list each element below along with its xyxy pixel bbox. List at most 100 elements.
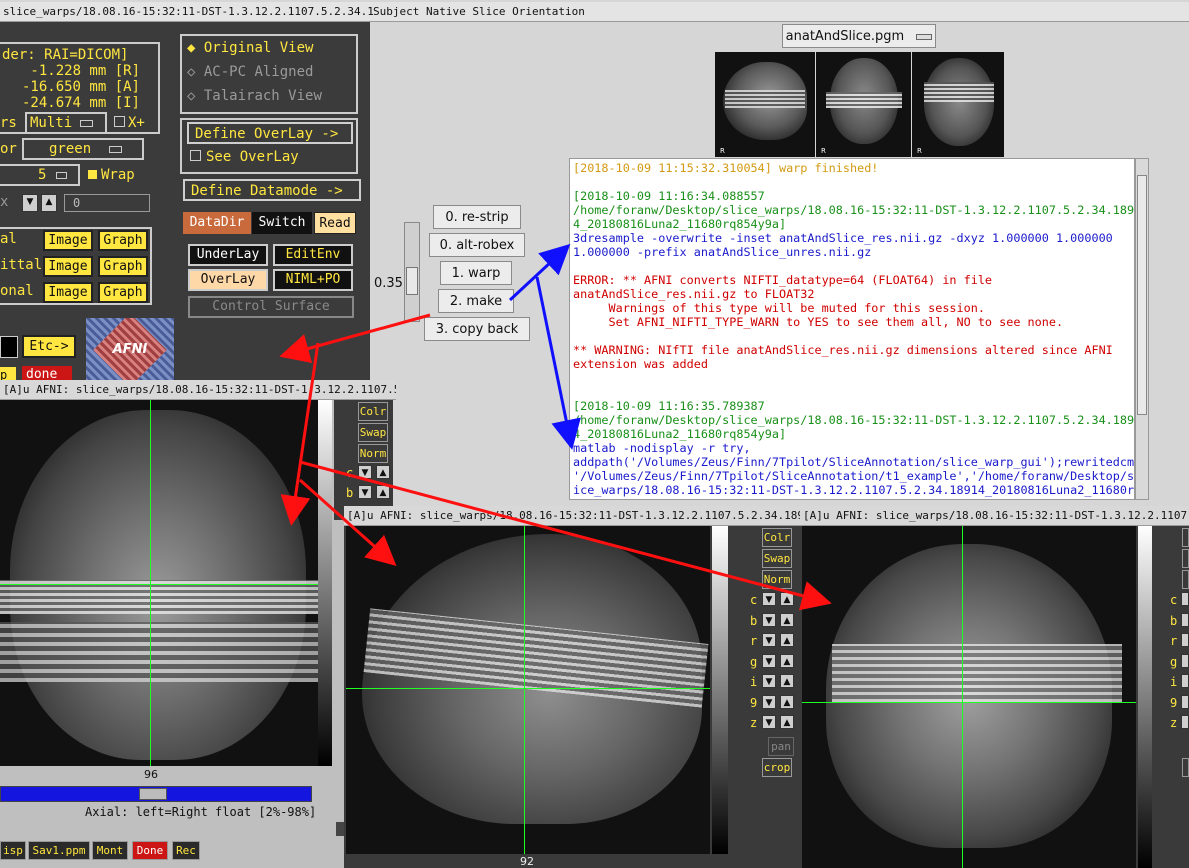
colr-button[interactable]: Colr [358, 402, 388, 421]
swap-button[interactable]: Swap [358, 423, 388, 442]
switch-button[interactable]: Switch [252, 212, 312, 234]
axial-window-edge [336, 822, 344, 836]
underlay-button[interactable]: UnderLay [188, 244, 268, 266]
sagittal-image-button[interactable]: Image [43, 256, 93, 277]
crop-button[interactable]: crop [762, 758, 792, 777]
axial-image[interactable] [0, 400, 318, 766]
up-arrow-icon[interactable]: ▲ [376, 485, 390, 499]
up-arrow-icon[interactable]: ▲ [780, 674, 794, 688]
coronal-image-button[interactable]: Image [43, 282, 93, 303]
thumbnail-sagittal: R [715, 52, 815, 157]
down-arrow-icon[interactable]: ▼ [762, 612, 776, 627]
down-arrow-icon[interactable] [1181, 592, 1189, 606]
norm-button[interactable]: Norm [762, 570, 792, 589]
view-talairach[interactable]: ◇ Talairach View [187, 84, 356, 108]
read-button[interactable]: Read [314, 212, 356, 234]
down-arrow-icon[interactable] [1181, 694, 1189, 709]
row-label: c [1170, 593, 1178, 607]
axial-colorbar[interactable] [318, 400, 332, 766]
x-field[interactable]: 0 [64, 194, 150, 212]
down-arrow-icon[interactable]: ▼ [762, 633, 776, 647]
down-arrow-icon[interactable]: ▼ [762, 715, 776, 729]
dropdown-indicator-icon [916, 33, 933, 40]
coronal-partial-button[interactable] [1182, 758, 1189, 777]
coronal-colorbar[interactable] [1138, 526, 1152, 868]
down-arrow-icon[interactable]: ▼ [762, 592, 776, 606]
coronal-image[interactable] [802, 526, 1136, 868]
number-select[interactable]: 5 [0, 164, 80, 186]
swap-button[interactable]: Swap [762, 549, 792, 568]
scroll-thumb[interactable] [1137, 175, 1147, 415]
coronal-label: onal [0, 283, 34, 299]
pan-button[interactable]: pan [768, 737, 794, 756]
up-arrow-icon[interactable]: ▲ [376, 465, 390, 479]
down-arrow-icon[interactable] [1181, 674, 1189, 688]
up-arrow-icon[interactable]: ▲ [780, 694, 794, 709]
down-arrow-icon[interactable] [1181, 715, 1189, 729]
mont-button[interactable]: Mont [92, 841, 128, 860]
colr-button[interactable]: Colr [762, 528, 792, 547]
view-original[interactable]: ◆ Original View [187, 36, 356, 60]
threshold-slider[interactable] [404, 222, 420, 322]
up-arrow-icon[interactable]: ▲ [780, 592, 794, 606]
warp-button[interactable]: 1. warp [440, 261, 512, 285]
sagittal-graph-button[interactable]: Graph [98, 256, 148, 277]
nimlpo-button[interactable]: NIML+PO [273, 269, 353, 291]
up-arrow-icon[interactable]: ▲ [41, 194, 57, 212]
axial-graph-button[interactable]: Graph [98, 230, 148, 251]
axial-image-button[interactable]: Image [43, 230, 93, 251]
disp-button[interactable]: isp [0, 841, 26, 860]
axial-slider-handle[interactable] [139, 788, 167, 800]
define-datamode-button[interactable]: Define Datamode -> [183, 179, 361, 201]
sagittal-image[interactable] [346, 526, 710, 854]
down-arrow-icon[interactable]: ▼ [358, 485, 372, 499]
log-output[interactable]: [2018-10-09 11:15:32.310054] warp finish… [569, 158, 1135, 500]
multi-select[interactable]: Multi [25, 112, 107, 134]
up-arrow-icon[interactable]: ▲ [780, 612, 794, 627]
view-acpc[interactable]: ◇ AC-PC Aligned [187, 60, 356, 84]
up-arrow-icon[interactable]: ▲ [780, 633, 794, 647]
sagittal-colorbar[interactable] [712, 526, 728, 854]
coronal-partial-button[interactable] [1182, 549, 1189, 568]
save-button[interactable]: Sav1.ppm [28, 841, 90, 860]
done-button[interactable]: Done [132, 841, 168, 860]
coronal-graph-button[interactable]: Graph [98, 282, 148, 303]
wrap-toggle[interactable]: Wrap [88, 167, 135, 183]
overlay-button[interactable]: OverLay [188, 269, 268, 291]
coronal-partial-button[interactable] [1182, 528, 1189, 547]
editenv-button[interactable]: EditEnv [273, 244, 353, 266]
sagittal-index: 92 [520, 855, 534, 868]
afni-controller: der: RAI=DICOM] -1.228 mm [R] -16.650 mm… [0, 22, 370, 383]
rec-button[interactable]: Rec [172, 841, 200, 860]
datadir-label: DataDir [183, 212, 251, 234]
altrobex-button[interactable]: 0. alt-robex [429, 233, 525, 257]
log-line: ice_warps/18.08.16-15:32:11-DST-1.3.12.2… [573, 483, 1135, 497]
xplus-toggle[interactable]: X+ [114, 115, 145, 131]
coronal-partial-button[interactable] [1182, 570, 1189, 589]
log-scrollbar[interactable] [1135, 158, 1149, 500]
down-arrow-icon[interactable]: ▼ [762, 674, 776, 688]
see-overlay-toggle[interactable]: See OverLay [190, 149, 299, 165]
down-arrow-icon[interactable] [1181, 653, 1189, 668]
norm-button[interactable]: Norm [358, 444, 388, 463]
down-arrow-icon[interactable]: ▼ [762, 694, 776, 709]
axial-slider[interactable] [0, 786, 312, 802]
up-arrow-icon[interactable]: ▲ [780, 653, 794, 668]
make-button[interactable]: 2. make [438, 289, 514, 313]
control-surface-button[interactable]: Control Surface [188, 296, 354, 318]
define-overlay-button[interactable]: Define OverLay -> [187, 122, 353, 144]
down-arrow-icon[interactable]: ▼ [762, 653, 776, 668]
color-select[interactable]: green [22, 138, 144, 160]
slider-handle[interactable] [406, 267, 418, 295]
image-dropdown[interactable]: anatAndSlice.pgm [782, 24, 936, 48]
copyback-button[interactable]: 3. copy back [424, 317, 530, 341]
down-arrow-icon[interactable] [1181, 633, 1189, 647]
thumb-r-label: R [917, 147, 922, 155]
down-arrow-icon[interactable]: ▼ [22, 194, 38, 212]
down-arrow-icon[interactable]: ▼ [358, 465, 372, 479]
etc-button[interactable]: Etc-> [22, 335, 76, 358]
down-arrow-icon[interactable] [1181, 612, 1189, 627]
restrip-button[interactable]: 0. re-strip [433, 205, 521, 229]
up-arrow-icon[interactable]: ▲ [780, 715, 794, 729]
